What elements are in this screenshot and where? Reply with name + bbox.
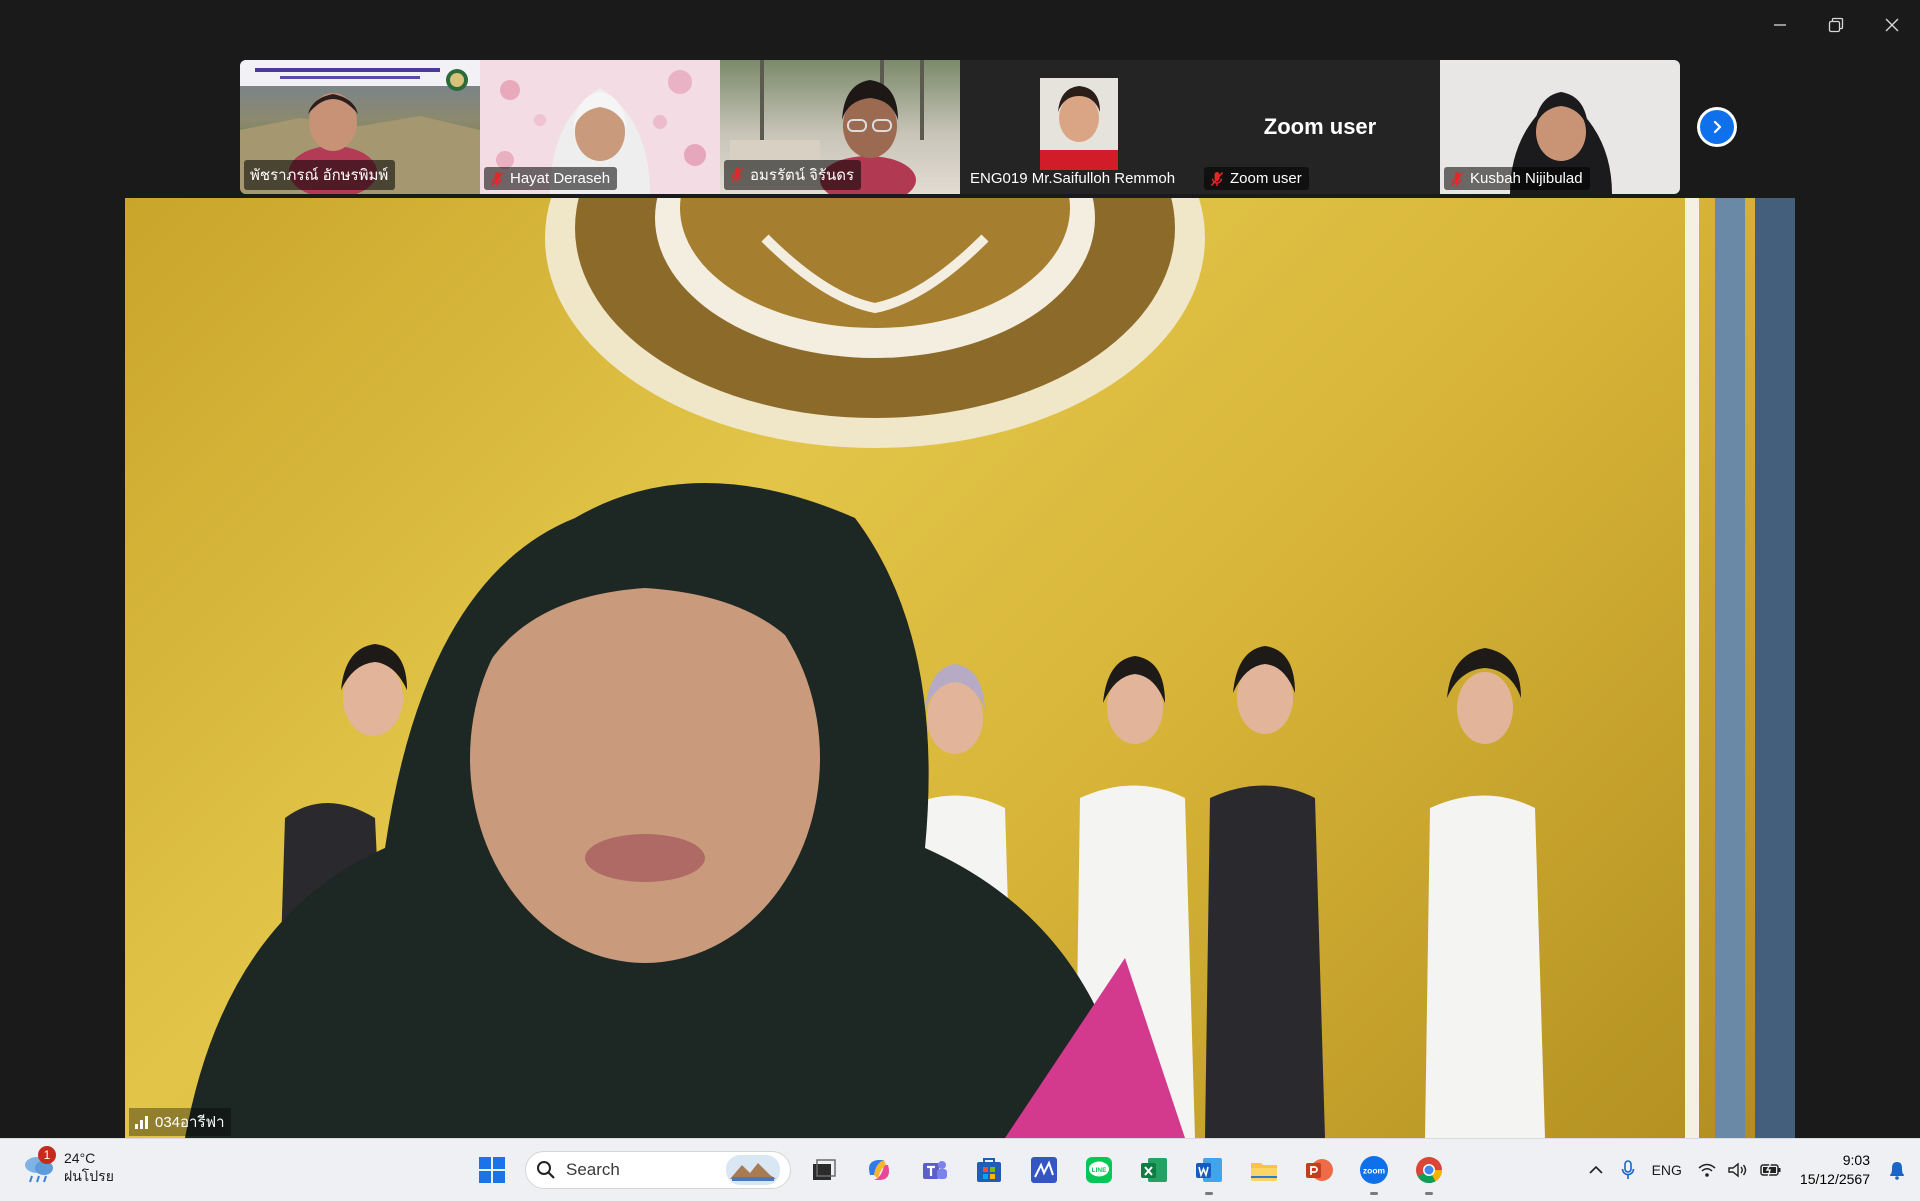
folder-icon [1251,1163,1277,1181]
line-button[interactable]: LINE [1077,1148,1121,1192]
window-controls [1752,0,1920,50]
word-icon [1196,1158,1222,1182]
volume-icon [1728,1162,1747,1178]
participant-name: อมรรัตน์ จิรันดร [750,167,855,184]
close-button[interactable] [1864,0,1920,50]
participant-name-tag: Zoom user [1204,167,1309,190]
search-label: Search [566,1160,620,1179]
mic-muted-icon [730,167,744,183]
active-speaker-name: 034อารีฟา [155,1114,225,1131]
chrome-button[interactable] [1407,1148,1451,1195]
participant-name-tag: พัชราภรณ์ อักษรพิมพ์ [244,160,396,190]
chevron-right-icon [1713,120,1722,134]
running-indicator [1370,1192,1378,1195]
restore-icon [1828,17,1844,33]
participant-center-name: Zoom user [1263,114,1377,139]
zoom-meeting-window: พัชราภรณ์ อักษรพิมพ์ Hayat Deraseh อมรรั… [0,0,1920,1138]
task-view-button[interactable] [802,1148,846,1192]
microphone-icon [1621,1160,1634,1179]
running-indicator [1205,1192,1213,1195]
taskbar-search-box[interactable]: Search [525,1151,791,1189]
participant-tile[interactable]: Hayat Deraseh [480,60,720,194]
clock-time: 9:03 [1842,1152,1870,1168]
powerpoint-button[interactable] [1297,1148,1341,1192]
notification-badge: 1 [38,1146,56,1164]
mic-muted-icon [1210,171,1224,186]
next-page-button[interactable] [1697,107,1737,147]
chevron-up-icon [1589,1165,1603,1174]
zoom-icon: zoom [1360,1156,1388,1184]
participant-name-tag: อมรรัตน์ จิรันดร [724,160,862,190]
search-icon [537,1161,555,1179]
mic-muted-icon [1450,171,1464,186]
running-indicator [1425,1192,1433,1195]
participant-name: ENG019 Mr.Saifulloh Remmoh [970,170,1176,187]
participant-tile[interactable]: อมรรัตน์ จิรันดร [720,60,960,194]
clock-button[interactable]: 9:03 15/12/2567 [1790,1151,1880,1189]
copilot-button[interactable] [857,1148,901,1192]
mic-muted-icon [490,171,504,186]
microphone-in-use-button[interactable] [1612,1150,1644,1190]
notifications-button[interactable] [1880,1150,1920,1190]
participant-tile[interactable]: Zoom user Zoom user [1200,60,1440,194]
close-icon [1885,18,1899,32]
copilot-icon [869,1160,889,1180]
participant-tile[interactable]: พัชราภรณ์ อักษรพิมพ์ [240,60,480,194]
chrome-icon [1416,1157,1443,1184]
network-volume-battery-button[interactable] [1690,1150,1790,1190]
weather-temperature: 24°C [64,1150,96,1166]
battery-charging-icon [1760,1162,1781,1178]
show-hidden-icons-button[interactable] [1580,1150,1612,1190]
teams-icon [923,1161,947,1179]
bell-icon [1890,1162,1904,1180]
excel-icon [1141,1158,1167,1182]
windows-logo-icon [479,1157,505,1183]
word-button[interactable] [1187,1148,1231,1195]
svg-text:zoom: zoom [1363,1166,1386,1176]
teams-button[interactable] [912,1148,956,1192]
speaker-video-frame [185,198,1795,1138]
active-speaker-name-tag: 034อารีฟา [129,1108,231,1136]
active-speaker-video[interactable]: 034อารีฟา [125,198,1795,1138]
restore-button[interactable] [1808,0,1864,50]
participant-tile[interactable]: ENG019 Mr.Saifulloh Remmoh [960,60,1200,194]
system-tray: ENG 9:03 15/12/2567 [1580,1139,1920,1201]
line-app-icon: LINE [1086,1157,1112,1183]
whiteboard-button[interactable] [1022,1148,1066,1192]
start-button[interactable] [470,1148,514,1192]
participant-name: พัชราภรณ์ อักษรพิมพ์ [250,167,389,184]
participant-name-tag: Hayat Deraseh [484,167,618,190]
search-highlight-icon [726,1155,780,1185]
clock-date: 15/12/2567 [1799,1171,1870,1187]
store-button[interactable] [967,1148,1011,1192]
participant-gallery-strip: พัชราภรณ์ อักษรพิมพ์ Hayat Deraseh อมรรั… [240,60,1680,194]
weather-condition: ฝนโปรย [64,1168,114,1184]
participant-name: Hayat Deraseh [510,170,611,187]
windows-taskbar: 1 24°C ฝนโปรย Search LINE zoom ENG 9:03 … [0,1138,1920,1201]
whiteboard-icon [1031,1157,1057,1183]
minimize-button[interactable] [1752,0,1808,50]
participant-name-tag: Kusbah Nijibulad [1444,167,1590,190]
participant-name: Zoom user [1230,170,1302,187]
powerpoint-icon [1306,1159,1333,1181]
participant-name: Kusbah Nijibulad [1470,170,1583,187]
excel-button[interactable] [1132,1148,1176,1192]
rain-cloud-icon: 1 [22,1146,56,1184]
minimize-icon [1774,24,1786,26]
input-language-button[interactable]: ENG [1644,1150,1690,1190]
connection-signal-icon [135,1116,148,1129]
taskbar-app-icons: Search LINE zoom [470,1148,1451,1195]
participant-tile[interactable]: Kusbah Nijibulad [1440,60,1680,194]
participant-name-tag: ENG019 Mr.Saifulloh Remmoh [964,167,1182,190]
task-view-icon [813,1159,836,1180]
input-language: ENG [1651,1162,1682,1178]
store-icon [977,1158,1001,1182]
wifi-icon [1698,1163,1716,1177]
svg-text:LINE: LINE [1092,1167,1107,1174]
weather-widget[interactable]: 1 24°C ฝนโปรย [22,1146,114,1185]
zoom-button[interactable]: zoom [1352,1148,1396,1195]
file-explorer-button[interactable] [1242,1148,1286,1192]
